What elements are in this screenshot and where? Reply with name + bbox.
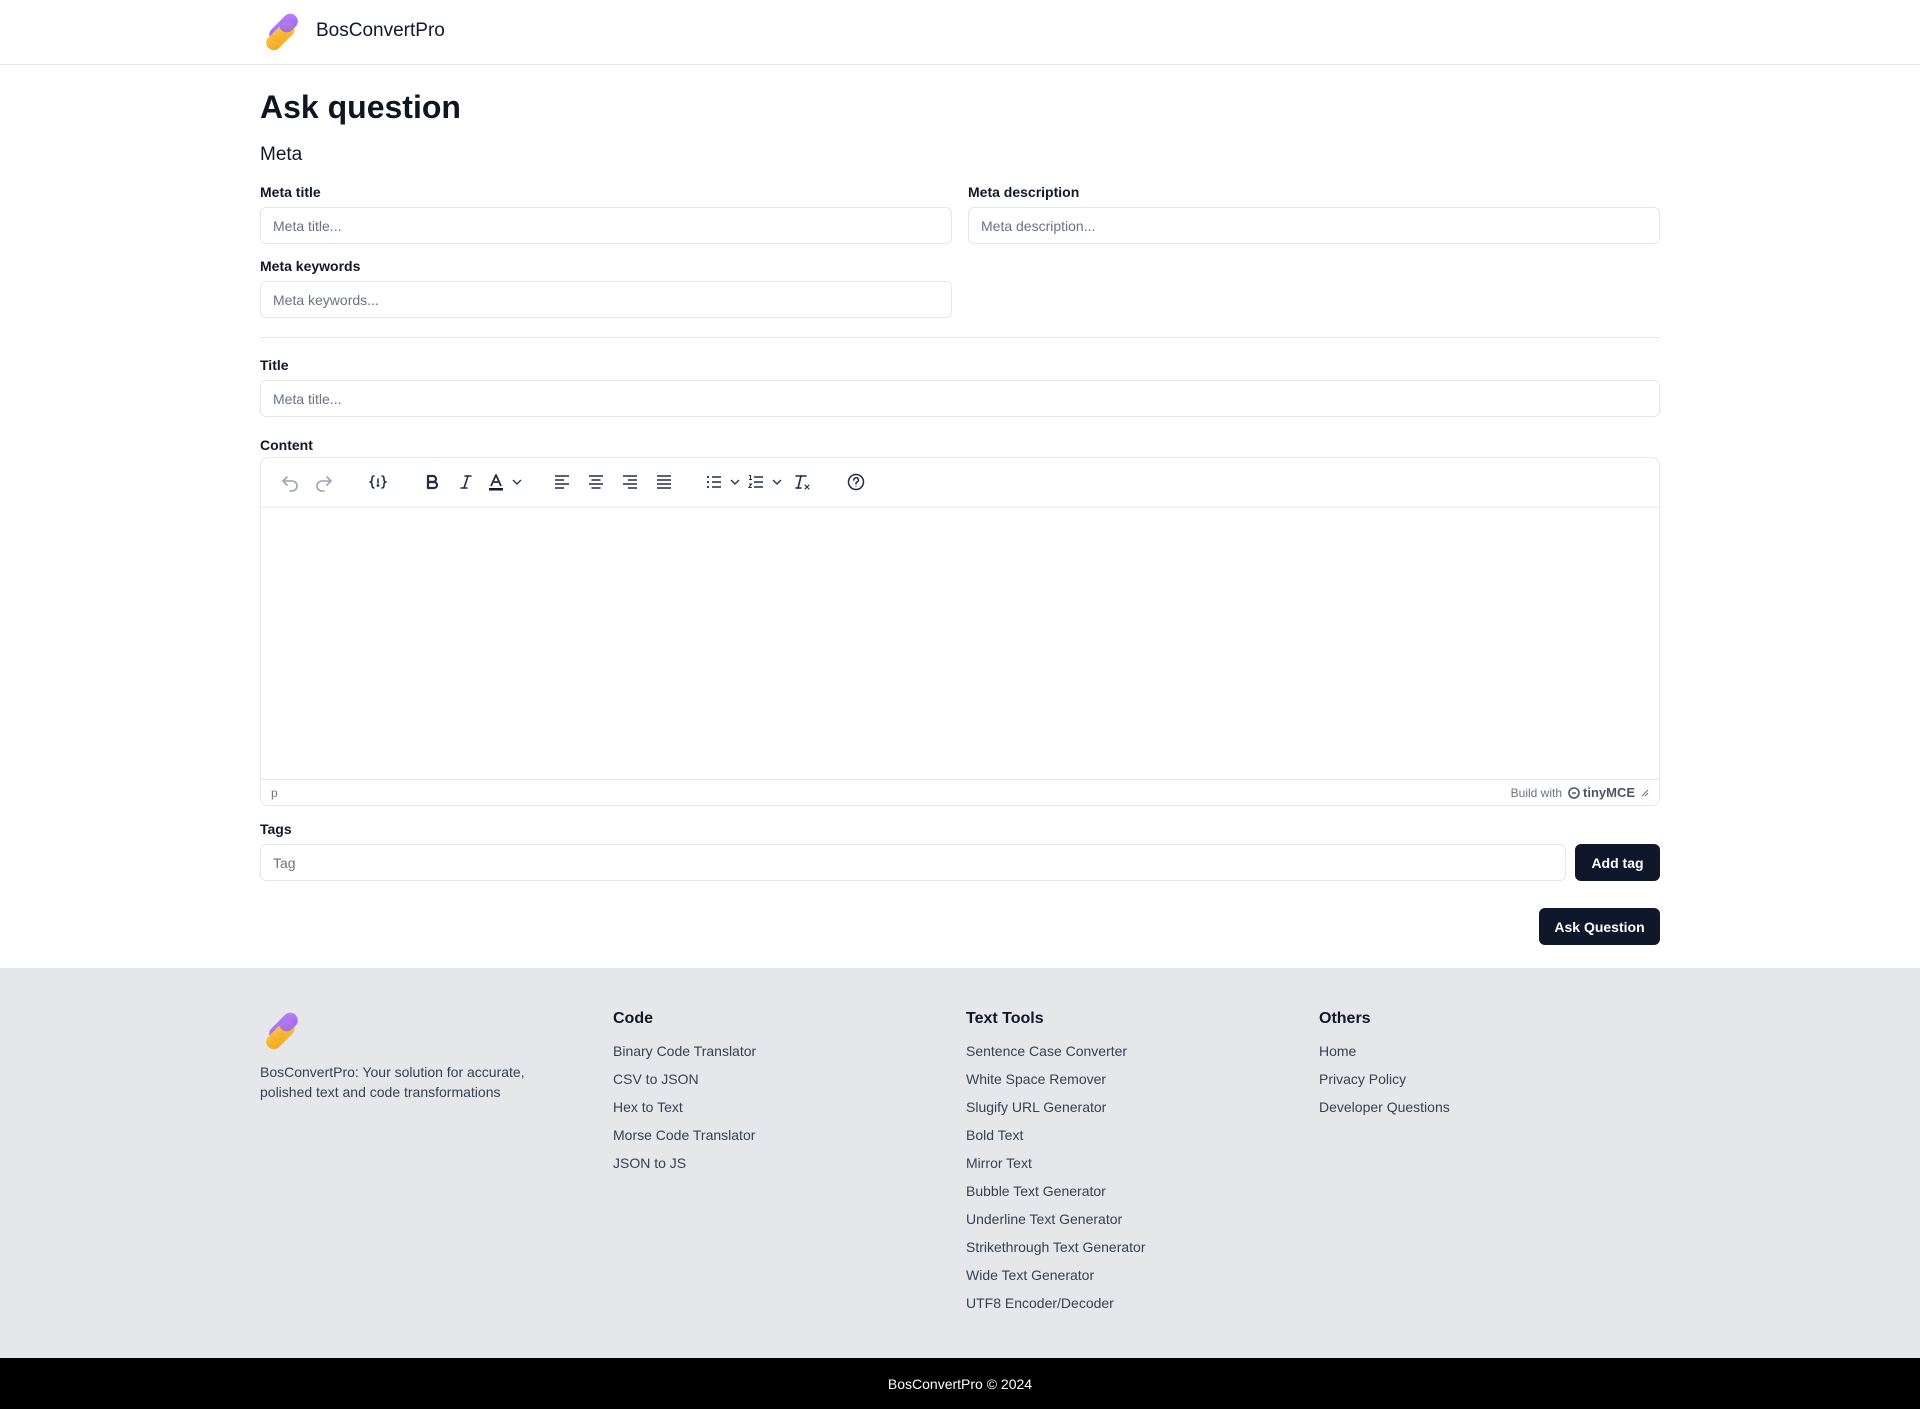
- site-header: BosConvertPro: [0, 0, 1920, 65]
- build-with-text: Build with: [1510, 785, 1562, 800]
- footer-brand: BosConvertPro: Your solution for accurat…: [260, 1008, 570, 1102]
- site-footer: BosConvertPro: Your solution for accurat…: [0, 968, 1920, 1358]
- numbered-list-icon[interactable]: [743, 465, 769, 499]
- footer-link-home[interactable]: Home: [1319, 1042, 1450, 1070]
- align-center-icon[interactable]: [579, 465, 613, 499]
- footer-link-json-to-js[interactable]: JSON to JS: [613, 1154, 756, 1182]
- editor-toolbar: [261, 458, 1659, 506]
- meta-description-input[interactable]: [968, 207, 1660, 244]
- meta-title-label: Meta title: [260, 184, 321, 200]
- help-icon[interactable]: [839, 465, 873, 499]
- footer-link-bubble-text-generator[interactable]: Bubble Text Generator: [966, 1182, 1146, 1210]
- footer-column-code: Code Binary Code Translator CSV to JSON …: [613, 1010, 756, 1182]
- footer-column-others: Others Home Privacy Policy Developer Que…: [1319, 1010, 1450, 1126]
- editor-statusbar: p Build with tinyMCE: [261, 779, 1659, 805]
- footer-link-slugify-url-generator[interactable]: Slugify URL Generator: [966, 1098, 1146, 1126]
- footer-link-white-space-remover[interactable]: White Space Remover: [966, 1070, 1146, 1098]
- footer-link-developer-questions[interactable]: Developer Questions: [1319, 1098, 1450, 1126]
- bullet-list-chevron-down-icon[interactable]: [727, 465, 743, 499]
- clear-formatting-icon[interactable]: [785, 465, 819, 499]
- footer-link-csv-to-json[interactable]: CSV to JSON: [613, 1070, 756, 1098]
- footer-link-privacy-policy[interactable]: Privacy Policy: [1319, 1070, 1450, 1098]
- text-color-icon[interactable]: [483, 465, 509, 499]
- bullet-list-icon[interactable]: [701, 465, 727, 499]
- numbered-list-chevron-down-icon[interactable]: [769, 465, 785, 499]
- meta-keywords-label: Meta keywords: [260, 258, 361, 274]
- ask-question-button[interactable]: Ask Question: [1539, 908, 1660, 945]
- add-tag-button[interactable]: Add tag: [1575, 844, 1660, 881]
- meta-keywords-input[interactable]: [260, 281, 952, 318]
- form-divider: [260, 337, 1660, 338]
- text-color-chevron-down-icon[interactable]: [509, 465, 525, 499]
- brand[interactable]: BosConvertPro: [260, 9, 445, 53]
- footer-column-title: Others: [1319, 1010, 1371, 1027]
- content-editor: p Build with tinyMCE: [260, 457, 1660, 806]
- bold-icon[interactable]: [415, 465, 449, 499]
- brand-name: BosConvertPro: [316, 20, 445, 41]
- meta-description-label: Meta description: [968, 184, 1080, 200]
- copyright-text: BosConvertPro © 2024: [887, 1375, 1033, 1392]
- tags-label: Tags: [260, 821, 292, 837]
- italic-icon[interactable]: [449, 465, 483, 499]
- footer-link-strikethrough-text-generator[interactable]: Strikethrough Text Generator: [966, 1238, 1146, 1266]
- tinymce-brand-link[interactable]: tinyMCE: [1568, 785, 1635, 800]
- footer-logo-icon[interactable]: [260, 1008, 304, 1052]
- footer-link-hex-to-text[interactable]: Hex to Text: [613, 1098, 756, 1126]
- meta-section-title: Meta: [260, 144, 303, 165]
- tag-input[interactable]: [260, 844, 1566, 881]
- footer-link-sentence-case-converter[interactable]: Sentence Case Converter: [966, 1042, 1146, 1070]
- copyright-bar: BosConvertPro © 2024: [0, 1358, 1920, 1409]
- footer-column-text-tools: Text Tools Sentence Case Converter White…: [966, 1010, 1146, 1322]
- code-sample-icon[interactable]: [361, 465, 395, 499]
- page-title: Ask question: [260, 89, 461, 125]
- editor-content-area[interactable]: [261, 506, 1659, 780]
- element-path[interactable]: p: [271, 786, 278, 800]
- resize-handle-icon[interactable]: [1641, 789, 1649, 797]
- footer-description: BosConvertPro: Your solution for accurat…: [260, 1064, 525, 1100]
- footer-column-title: Code: [613, 1010, 653, 1027]
- title-label: Title: [260, 357, 289, 373]
- meta-title-input[interactable]: [260, 207, 952, 244]
- footer-link-morse-code-translator[interactable]: Morse Code Translator: [613, 1126, 756, 1154]
- footer-link-underline-text-generator[interactable]: Underline Text Generator: [966, 1210, 1146, 1238]
- align-right-icon[interactable]: [613, 465, 647, 499]
- tinymce-logo-icon: [1568, 786, 1580, 799]
- content-label: Content: [260, 437, 313, 453]
- align-justify-icon[interactable]: [647, 465, 681, 499]
- footer-link-binary-code-translator[interactable]: Binary Code Translator: [613, 1042, 756, 1070]
- undo-icon[interactable]: [273, 465, 307, 499]
- footer-column-title: Text Tools: [966, 1010, 1044, 1027]
- footer-link-utf8-encoder-decoder[interactable]: UTF8 Encoder/Decoder: [966, 1294, 1146, 1322]
- title-input[interactable]: [260, 380, 1660, 417]
- redo-icon[interactable]: [307, 465, 341, 499]
- footer-link-wide-text-generator[interactable]: Wide Text Generator: [966, 1266, 1146, 1294]
- align-left-icon[interactable]: [545, 465, 579, 499]
- footer-link-mirror-text[interactable]: Mirror Text: [966, 1154, 1146, 1182]
- brand-logo-icon: [266, 13, 298, 51]
- tinymce-brand-name: tinyMCE: [1583, 785, 1635, 800]
- footer-link-bold-text[interactable]: Bold Text: [966, 1126, 1146, 1154]
